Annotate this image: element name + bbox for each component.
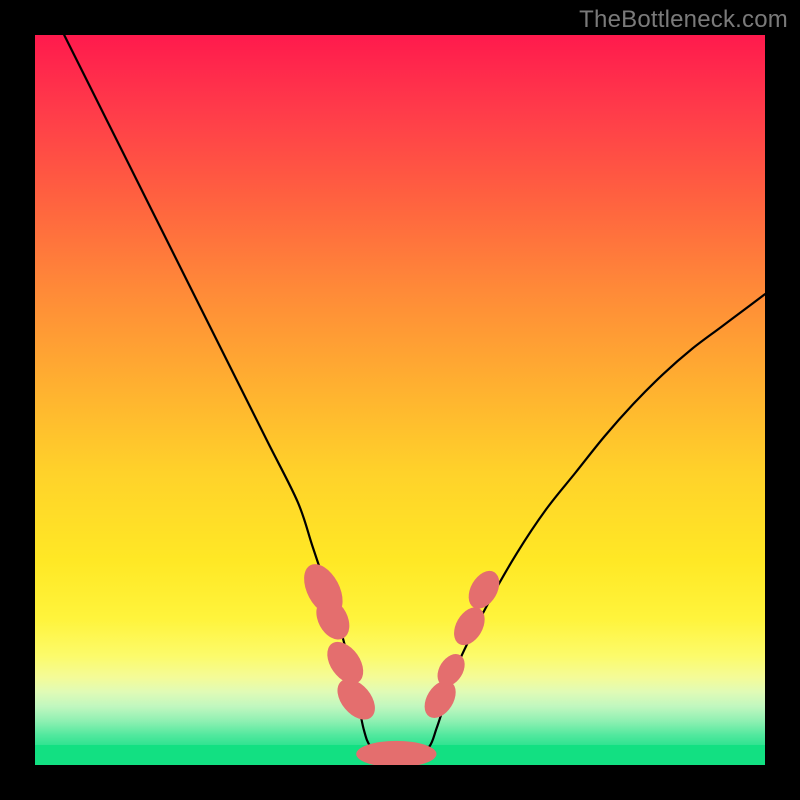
plot-area bbox=[35, 35, 765, 765]
curve-marker bbox=[462, 566, 505, 615]
curve-markers bbox=[296, 558, 505, 765]
attribution-text: TheBottleneck.com bbox=[579, 6, 788, 34]
bottleneck-curve bbox=[64, 35, 765, 756]
outer-frame: TheBottleneck.com bbox=[0, 0, 800, 800]
chart-svg bbox=[35, 35, 765, 765]
